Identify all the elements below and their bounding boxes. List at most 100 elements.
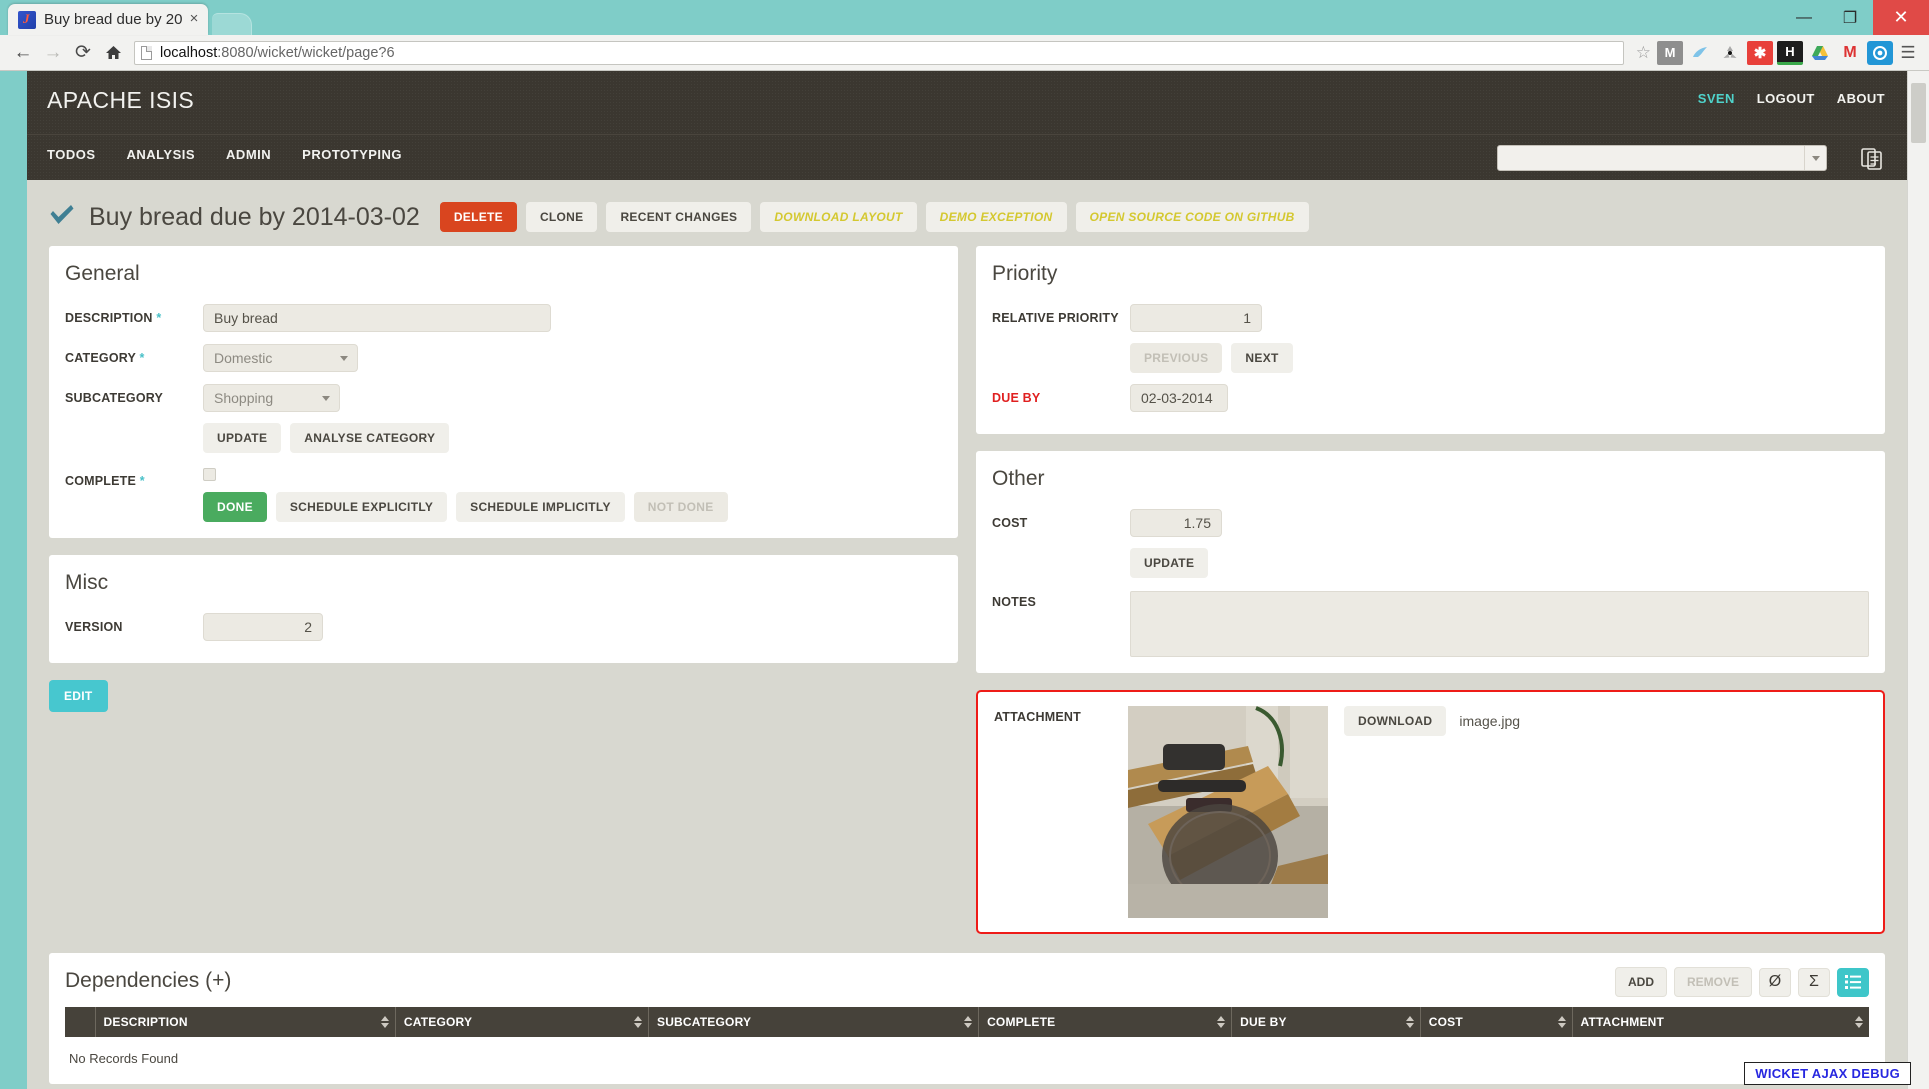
subcategory-caret[interactable] [313,385,339,411]
col-attachment[interactable]: ATTACHMENT [1572,1007,1869,1037]
description-input[interactable]: Buy bread [203,304,551,332]
schedule-explicitly-button[interactable]: SCHEDULE EXPLICITLY [276,492,447,522]
clipboard-icon[interactable] [1859,145,1885,171]
sort-icon[interactable] [1855,1016,1863,1028]
sort-icon[interactable] [381,1016,389,1028]
subcategory-value: Shopping [214,390,273,406]
extension-drive-icon[interactable] [1807,41,1833,65]
col-cost[interactable]: COST [1420,1007,1572,1037]
relative-priority-value: 1 [1130,304,1262,332]
extension-m-icon[interactable]: M [1657,41,1683,65]
subcategory-select[interactable]: Shopping [203,384,340,412]
left-column: General DESCRIPTION * Buy bread CATEGORY… [49,246,958,712]
isis-page: APACHE ISIS SVEN LOGOUT ABOUT TODOS ANAL… [27,71,1907,1089]
drive-glyph [1810,44,1830,62]
header-logout-link[interactable]: LOGOUT [1757,91,1815,106]
search-input[interactable] [1497,145,1827,171]
extension-gmail-icon[interactable]: M [1837,41,1863,65]
update-cost-button[interactable]: UPDATE [1130,548,1208,578]
col-cost-label: COST [1429,1015,1463,1029]
col-due-by[interactable]: DUE BY [1232,1007,1421,1037]
download-attachment-button[interactable]: DOWNLOAD [1344,706,1446,736]
reload-icon[interactable]: ⟳ [68,39,98,67]
sort-icon[interactable] [1217,1016,1225,1028]
minimize-button[interactable]: — [1781,0,1827,35]
sum-icon[interactable]: Σ [1798,968,1830,997]
add-button[interactable]: ADD [1615,967,1667,997]
right-column: Priority RELATIVE PRIORITY 1 PREV [976,246,1885,951]
browser-menu-icon[interactable]: ☰ [1895,43,1921,63]
complete-checkbox[interactable] [203,468,216,481]
priority-panel-title: Priority [992,262,1869,286]
general-actions: UPDATE ANALYSE CATEGORY [203,423,942,453]
attachment-photo [1128,706,1328,918]
other-actions: UPDATE [1130,548,1869,578]
nav-item-analysis[interactable]: ANALYSIS [127,147,196,162]
due-by-value[interactable]: 02-03-2014 [1130,384,1228,412]
page-title: Buy bread due by 2014-03-02 [89,203,420,232]
back-icon[interactable]: ← [8,39,38,67]
list-view-icon[interactable] [1837,968,1869,997]
forward-icon[interactable]: → [38,39,68,67]
page-viewport: APACHE ISIS SVEN LOGOUT ABOUT TODOS ANAL… [0,71,1929,1089]
scrollbar-thumb[interactable] [1911,83,1926,143]
category-select[interactable]: Domestic [203,344,358,372]
clone-button[interactable]: CLONE [526,202,598,232]
sort-icon[interactable] [964,1016,972,1028]
nav-item-todos[interactable]: TODOS [47,147,96,162]
open-source-code-button[interactable]: OPEN SOURCE CODE ON GITHUB [1076,202,1309,232]
new-tab-button[interactable] [212,13,252,35]
field-cost: COST 1.75 [992,503,1869,543]
wicket-ajax-debug-badge[interactable]: WICKET AJAX DEBUG [1744,1062,1911,1085]
extension-bird-icon[interactable] [1687,41,1713,65]
schedule-implicitly-button[interactable]: SCHEDULE IMPLICITLY [456,492,625,522]
version-value: 2 [203,613,323,641]
attachment-thumbnail[interactable] [1128,706,1328,918]
sort-icon[interactable] [1558,1016,1566,1028]
close-window-button[interactable]: ✕ [1873,0,1929,35]
col-category[interactable]: CATEGORY [395,1007,648,1037]
demo-exception-button[interactable]: DEMO EXCEPTION [926,202,1067,232]
address-bar[interactable]: localhost:8080/wicket/wicket/page?6 [134,41,1624,65]
notes-textarea[interactable] [1130,591,1869,657]
page-scrollbar[interactable] [1907,71,1929,1089]
category-caret[interactable] [331,345,357,371]
recent-changes-button[interactable]: RECENT CHANGES [606,202,751,232]
extension-camera-icon[interactable] [1867,41,1893,65]
update-category-button[interactable]: UPDATE [203,423,281,453]
col-category-label: CATEGORY [404,1015,472,1029]
bookmark-star-icon[interactable]: ☆ [1636,43,1651,63]
nav-item-admin[interactable]: ADMIN [226,147,271,162]
col-complete[interactable]: COMPLETE [979,1007,1232,1037]
close-tab-icon[interactable]: × [186,12,202,28]
relative-priority-label: RELATIVE PRIORITY [992,311,1130,325]
camera-glyph [1871,44,1889,62]
nav-item-prototyping[interactable]: PROTOTYPING [302,147,402,162]
next-button[interactable]: NEXT [1231,343,1292,373]
extension-asterisk-icon[interactable]: ✱ [1747,41,1773,65]
due-by-label: DUE BY [992,391,1130,405]
col-description[interactable]: DESCRIPTION [95,1007,395,1037]
delete-button[interactable]: DELETE [440,202,517,232]
sort-icon[interactable] [1406,1016,1414,1028]
header-user-link[interactable]: SVEN [1698,91,1735,106]
tab-title: Buy bread due by 20 [44,11,186,28]
misc-panel: Misc VERSION 2 [49,555,958,663]
analyse-category-button[interactable]: ANALYSE CATEGORY [290,423,449,453]
header-about-link[interactable]: ABOUT [1837,91,1885,106]
edit-button[interactable]: EDIT [49,680,108,712]
extension-radioactive-icon[interactable] [1717,41,1743,65]
browser-tab[interactable]: Buy bread due by 20 × [8,4,208,35]
restore-button[interactable]: ❐ [1827,0,1873,35]
home-icon[interactable] [98,39,128,67]
hide-icon[interactable]: Ø [1759,968,1791,997]
nav-items: TODOS ANALYSIS ADMIN PROTOTYPING [47,147,402,162]
done-button[interactable]: DONE [203,492,267,522]
extension-h-icon[interactable]: H [1777,41,1803,65]
description-label-text: DESCRIPTION [65,311,153,325]
download-layout-button[interactable]: DOWNLOAD LAYOUT [760,202,916,232]
notes-control [1130,591,1869,657]
search-dropdown-toggle[interactable] [1804,146,1826,170]
col-subcategory[interactable]: SUBCATEGORY [648,1007,978,1037]
sort-icon[interactable] [634,1016,642,1028]
